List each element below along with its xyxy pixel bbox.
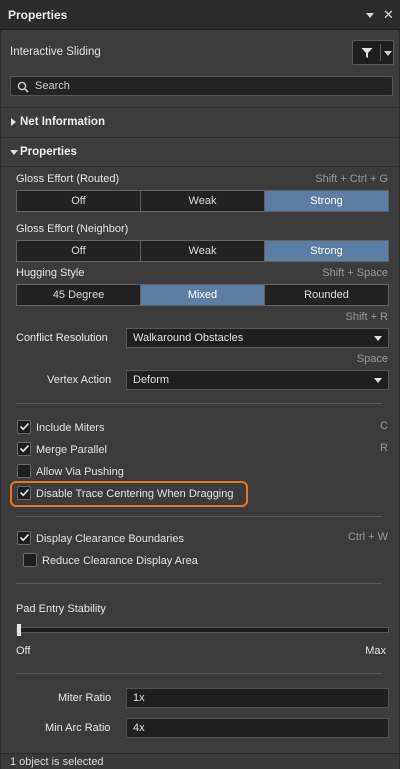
- divider: [16, 583, 382, 584]
- checkmark-icon: [19, 533, 30, 542]
- panel-titlebar: Properties ✕: [1, 1, 399, 30]
- search-placeholder: Search: [35, 80, 70, 92]
- section-divider: [1, 166, 399, 167]
- pad-entry-label: Pad Entry Stability: [16, 603, 106, 615]
- min-arc-ratio-label: Min Arc Ratio: [45, 722, 111, 734]
- min-arc-ratio-field[interactable]: 4x: [126, 718, 389, 738]
- display-clearance-hotkey: Ctrl + W: [347, 531, 388, 543]
- conflict-resolution-dropdown[interactable]: Walkaround Obstacles: [126, 328, 389, 348]
- filter-separator: [380, 44, 381, 61]
- chevron-down-icon: [374, 336, 382, 341]
- hugging-rounded[interactable]: Rounded: [265, 285, 388, 305]
- panel-title: Properties: [8, 8, 68, 22]
- vertex-action-label: Vertex Action: [47, 374, 112, 386]
- vertex-action-value: Deform: [133, 374, 170, 386]
- gloss-routed-strong[interactable]: Strong: [265, 191, 388, 211]
- gloss-routed-off[interactable]: Off: [17, 191, 141, 211]
- gloss-neighbor-weak[interactable]: Weak: [141, 241, 265, 261]
- miter-ratio-value: 1x: [133, 692, 145, 704]
- dropdown-pin-icon[interactable]: [365, 10, 375, 20]
- filter-button[interactable]: [352, 40, 394, 65]
- divider: [16, 516, 382, 517]
- hugging-style-hotkey: Shift + Space: [322, 267, 388, 279]
- chevron-down-icon: [374, 378, 382, 383]
- pad-entry-slider-track[interactable]: [16, 627, 389, 633]
- gloss-neighbor-selector: Off Weak Strong: [16, 240, 389, 262]
- min-arc-ratio-value: 4x: [133, 722, 145, 734]
- filter-icon: [361, 47, 373, 62]
- search-input[interactable]: Search: [10, 76, 393, 96]
- gloss-neighbor-off[interactable]: Off: [17, 241, 141, 261]
- display-clearance-label[interactable]: Display Clearance Boundaries: [36, 533, 184, 545]
- close-icon[interactable]: ✕: [383, 7, 394, 23]
- checkmark-icon: [19, 422, 30, 431]
- divider: [16, 403, 382, 404]
- gloss-neighbor-strong[interactable]: Strong: [265, 241, 388, 261]
- pad-entry-max-label: Max: [365, 645, 386, 657]
- checkmark-icon: [19, 444, 30, 453]
- include-miters-label[interactable]: Include Miters: [36, 422, 104, 434]
- section-divider: [1, 137, 399, 138]
- disable-trace-centering-checkbox[interactable]: [17, 486, 31, 500]
- gloss-neighbor-label: Gloss Effort (Neighbor): [16, 223, 129, 235]
- gloss-routed-selector: Off Weak Strong: [16, 190, 389, 212]
- mode-label: Interactive Sliding: [10, 46, 101, 58]
- chevron-down-icon[interactable]: [384, 51, 392, 56]
- include-miters-checkbox[interactable]: [17, 420, 31, 434]
- status-text: 1 object is selected: [10, 756, 104, 768]
- checkmark-icon: [19, 488, 30, 497]
- gloss-routed-weak[interactable]: Weak: [141, 191, 265, 211]
- miter-ratio-label: Miter Ratio: [58, 692, 112, 704]
- hugging-45-degree[interactable]: 45 Degree: [17, 285, 141, 305]
- expand-icon[interactable]: [11, 118, 16, 126]
- collapse-icon[interactable]: [10, 150, 18, 155]
- hugging-style-label: Hugging Style: [16, 267, 85, 279]
- section-net-information[interactable]: Net Information: [20, 116, 105, 128]
- reduce-clearance-label[interactable]: Reduce Clearance Display Area: [42, 555, 198, 567]
- section-divider: [1, 107, 399, 108]
- allow-via-pushing-checkbox[interactable]: [17, 464, 31, 478]
- allow-via-pushing-label[interactable]: Allow Via Pushing: [36, 466, 124, 478]
- conflict-resolution-hotkey: Shift + R: [345, 311, 389, 323]
- conflict-resolution-value: Walkaround Obstacles: [133, 332, 244, 344]
- vertex-action-hotkey: Space: [356, 353, 388, 365]
- status-bar: 1 object is selected: [1, 753, 399, 769]
- include-miters-hotkey: C: [380, 420, 388, 432]
- display-clearance-checkbox[interactable]: [17, 531, 31, 545]
- pad-entry-slider-thumb[interactable]: [17, 624, 21, 636]
- reduce-clearance-checkbox[interactable]: [23, 553, 37, 567]
- miter-ratio-field[interactable]: 1x: [126, 688, 389, 708]
- properties-panel: Properties ✕ Interactive Sliding Search …: [0, 0, 400, 769]
- disable-trace-centering-label[interactable]: Disable Trace Centering When Dragging: [36, 488, 234, 500]
- conflict-resolution-label: Conflict Resolution: [16, 332, 108, 344]
- hugging-style-selector: 45 Degree Mixed Rounded: [16, 284, 389, 306]
- gloss-routed-hotkey: Shift + Ctrl + G: [315, 173, 388, 185]
- search-icon: [17, 81, 29, 96]
- vertex-action-dropdown[interactable]: Deform: [126, 370, 389, 390]
- merge-parallel-label[interactable]: Merge Parallel: [36, 444, 107, 456]
- merge-parallel-hotkey: R: [380, 442, 388, 454]
- merge-parallel-checkbox[interactable]: [17, 442, 31, 456]
- divider: [16, 673, 382, 674]
- hugging-mixed[interactable]: Mixed: [141, 285, 265, 305]
- section-properties[interactable]: Properties: [20, 146, 77, 158]
- gloss-routed-label: Gloss Effort (Routed): [16, 173, 120, 185]
- pad-entry-min-label: Off: [16, 645, 31, 657]
